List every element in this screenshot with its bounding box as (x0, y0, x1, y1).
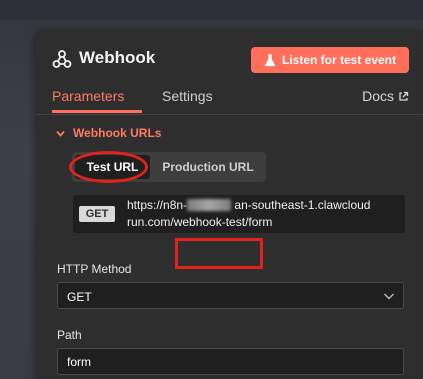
url-type-toggle: Test URL Production URL (72, 152, 266, 182)
redacted-segment (187, 199, 232, 211)
webhook-urls-section-toggle[interactable]: Webhook URLs (56, 126, 161, 140)
url-prefix: https://n8n- (127, 198, 188, 212)
webhook-urls-title: Webhook URLs (73, 126, 162, 140)
panel-tabs: Parameters Settings Docs (36, 80, 423, 115)
chevron-down-icon (56, 130, 65, 137)
tab-parameters[interactable]: Parameters (52, 88, 124, 104)
http-method-value: GET (67, 290, 92, 304)
editor-canvas: Webhook Listen for test event Parameters… (0, 0, 423, 379)
webhook-icon (52, 50, 72, 68)
flask-icon (264, 53, 276, 66)
listen-button-label: Listen for test event (281, 53, 397, 67)
webhook-url-display[interactable]: GET https://n8n- an-southeast-1.clawclou… (73, 195, 405, 233)
http-method-label: HTTP Method (57, 262, 132, 276)
node-title: Webhook (79, 48, 156, 67)
active-tab-indicator (52, 110, 142, 113)
node-parameters-panel: Webhook Listen for test event Parameters… (36, 30, 423, 379)
url-path-suffix: /form (245, 215, 273, 229)
url-path-highlight: webhook-test (173, 215, 246, 229)
tab-settings[interactable]: Settings (162, 88, 213, 104)
test-url-option[interactable]: Test URL (75, 155, 150, 179)
external-link-icon (399, 91, 409, 101)
chevron-down-icon (384, 293, 394, 300)
listen-for-test-event-button[interactable]: Listen for test event (251, 47, 409, 73)
canvas-header-strip (0, 0, 423, 20)
production-url-option[interactable]: Production URL (152, 152, 264, 182)
webhook-url-text: https://n8n- an-southeast-1.clawcloud run… (127, 197, 401, 231)
path-input[interactable] (57, 348, 404, 375)
annotation-rectangle (175, 238, 263, 269)
method-badge: GET (79, 206, 115, 222)
url-region: an-southeast-1.clawcloud (234, 198, 371, 212)
http-method-select[interactable]: GET (57, 282, 404, 309)
docs-link[interactable]: Docs (362, 88, 409, 104)
url-domain: run.com/ (127, 215, 174, 229)
path-label: Path (57, 328, 82, 342)
docs-label: Docs (362, 88, 394, 104)
